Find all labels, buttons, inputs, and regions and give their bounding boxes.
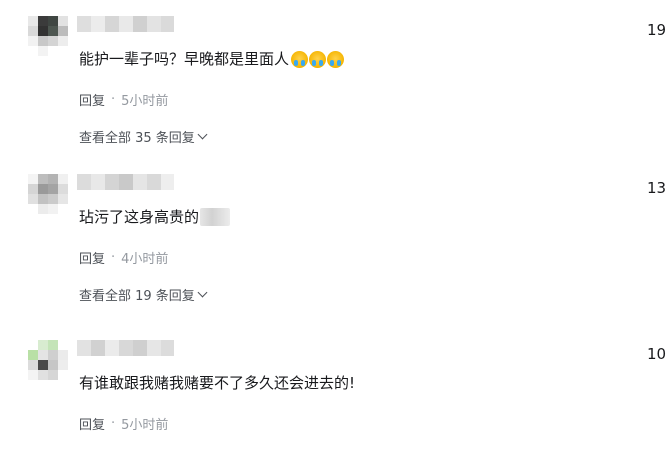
side-number: 10( <box>647 345 667 363</box>
separator-dot: · <box>111 416 116 431</box>
chevron-down-icon <box>197 129 208 140</box>
comment-text: 能护一辈子吗？早晚都是里面人 <box>79 49 345 69</box>
blurred-content <box>200 208 231 226</box>
crying-emoji-icon <box>327 50 345 68</box>
chevron-down-icon <box>197 287 208 298</box>
comment-text: 玷污了这身高贵的 <box>79 207 231 227</box>
comment-item: 10( 有谁敢跟我赌我赌要不了多久还会进去的! 回复 · 5小时前 <box>0 340 667 451</box>
timestamp: 5小时前 <box>121 418 169 433</box>
view-replies-button[interactable]: 查看全部 19 条回复 <box>79 285 208 304</box>
comment-meta: 回复 · 5小时前 <box>79 414 168 433</box>
avatar[interactable] <box>28 16 68 56</box>
reply-button[interactable]: 回复 <box>79 90 105 109</box>
comment-item: 13. 玷污了这身高贵的 回复 · 4小时前 查看全部 19 条回复 <box>0 174 667 304</box>
comment-item: 19 能护一辈子吗？早晚都是里面人 回复 · 5小时前 查看全部 35 条回复 <box>0 16 667 146</box>
comment-meta: 回复 · 4小时前 <box>79 248 168 267</box>
username-blurred[interactable] <box>77 16 174 32</box>
comment-meta: 回复 · 5小时前 <box>79 90 168 109</box>
timestamp: 5小时前 <box>121 94 169 109</box>
reply-button[interactable]: 回复 <box>79 248 105 267</box>
comment-text-content: 玷污了这身高贵的 <box>79 208 200 226</box>
side-number: 13. <box>647 179 667 197</box>
view-replies-label: 查看全部 19 条回复 <box>79 289 195 304</box>
timestamp: 4小时前 <box>121 252 169 267</box>
avatar[interactable] <box>28 340 68 380</box>
username-blurred[interactable] <box>77 174 174 190</box>
crying-emoji-icon <box>291 50 309 68</box>
avatar[interactable] <box>28 174 68 214</box>
username-blurred[interactable] <box>77 340 174 356</box>
view-replies-button[interactable]: 查看全部 35 条回复 <box>79 127 208 146</box>
crying-emoji-icon <box>309 50 327 68</box>
separator-dot: · <box>111 92 116 107</box>
comment-list: 19 能护一辈子吗？早晚都是里面人 回复 · 5小时前 查看全部 35 条回复 <box>0 0 667 451</box>
comment-text: 有谁敢跟我赌我赌要不了多久还会进去的! <box>79 373 355 393</box>
side-number: 19 <box>647 21 667 39</box>
reply-button[interactable]: 回复 <box>79 414 105 433</box>
comment-text-content: 能护一辈子吗？早晚都是里面人 <box>79 50 290 68</box>
comment-text-content: 有谁敢跟我赌我赌要不了多久还会进去的! <box>79 374 356 392</box>
view-replies-label: 查看全部 35 条回复 <box>79 131 195 146</box>
separator-dot: · <box>111 250 116 265</box>
